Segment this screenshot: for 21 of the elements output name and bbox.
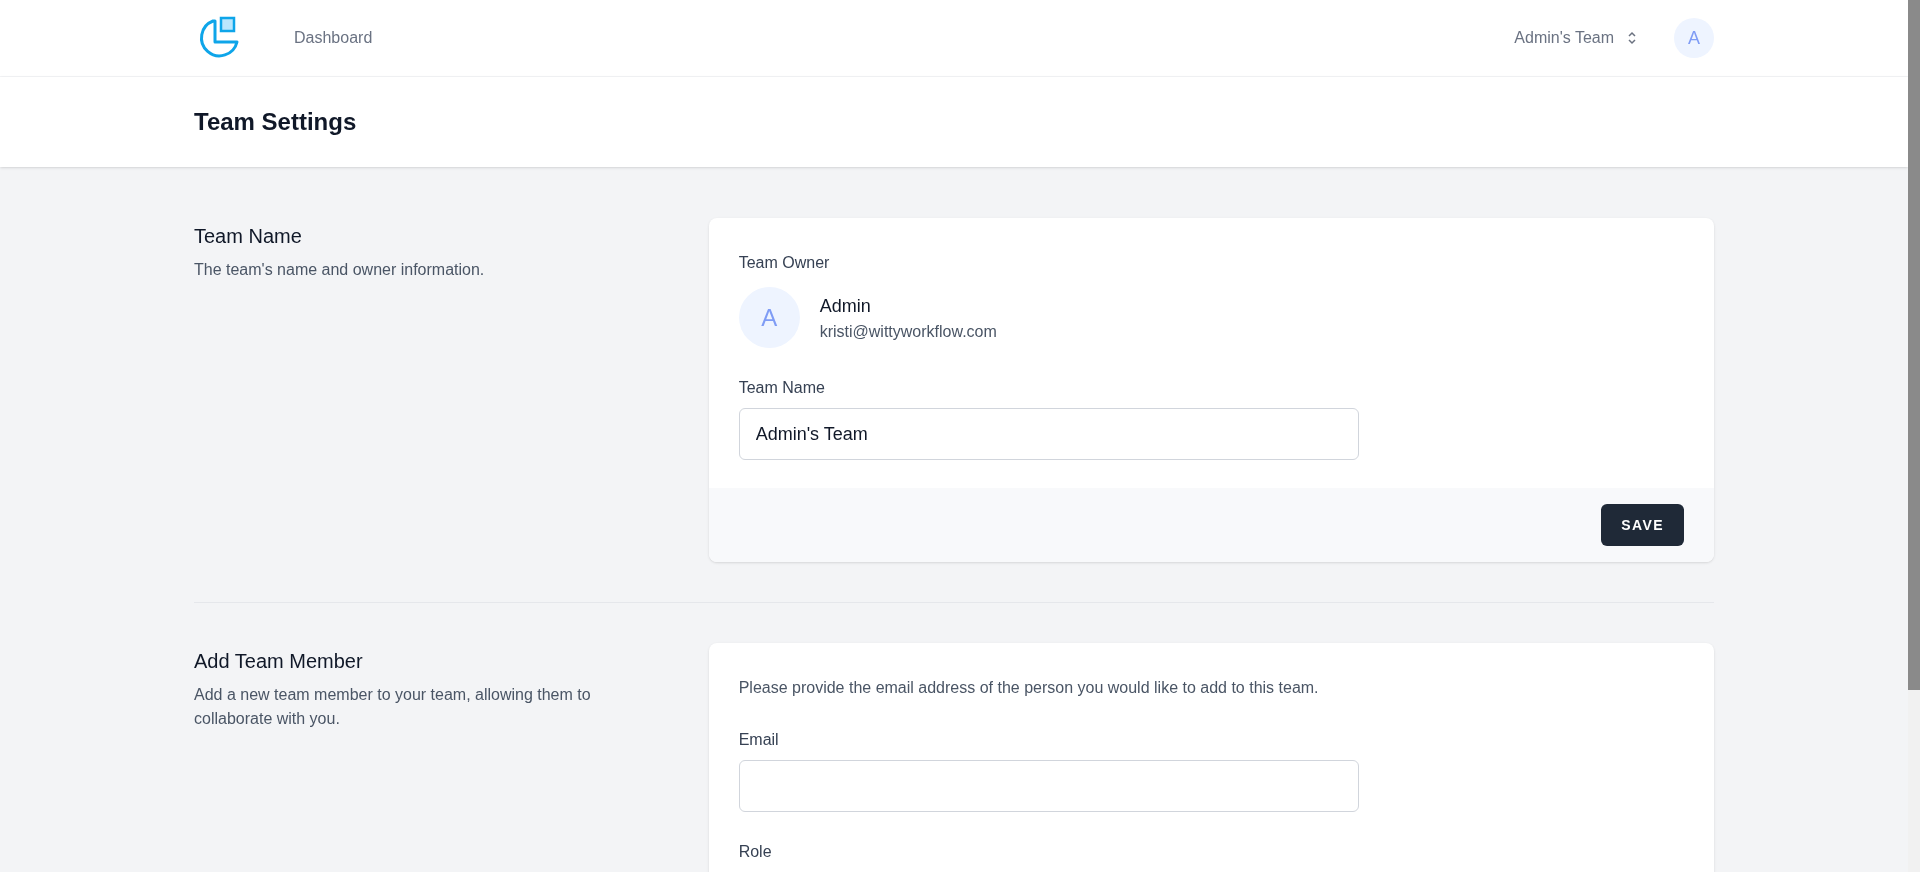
team-name-input[interactable]: Admin's Team	[738, 408, 1359, 460]
section-description: The team's name and owner information.	[194, 260, 486, 280]
field-label: Team Owner	[738, 253, 831, 273]
owner-name: Admin	[819, 294, 872, 318]
team-switcher[interactable]: Admin's Team	[1514, 26, 1638, 50]
owner-email: kristi@wittyworkflow.com	[819, 321, 997, 342]
owner-avatar: A	[738, 287, 800, 348]
field-label: Role	[738, 842, 773, 862]
email-input[interactable]	[738, 760, 1359, 812]
section-description: Add a new team member to your team, allowing them to collaborate with you.	[194, 685, 592, 729]
nav-link[interactable]: Dashboard	[294, 22, 373, 54]
chevron-up-down-icon	[1626, 30, 1638, 46]
field-label: Email	[738, 730, 780, 750]
scrollbar-thumb[interactable]	[1908, 0, 1920, 690]
page-title: Team Settings	[194, 107, 357, 137]
section-title: Team Name	[194, 224, 303, 249]
scrollbar[interactable]	[1908, 0, 1920, 872]
save-button[interactable]: SAVE	[1601, 504, 1684, 546]
section-title: Add Team Member	[194, 649, 364, 674]
intro-text: Please provide the email address of the person you would like to add to this team.	[738, 678, 1320, 698]
field-label: Team Name	[738, 378, 826, 398]
